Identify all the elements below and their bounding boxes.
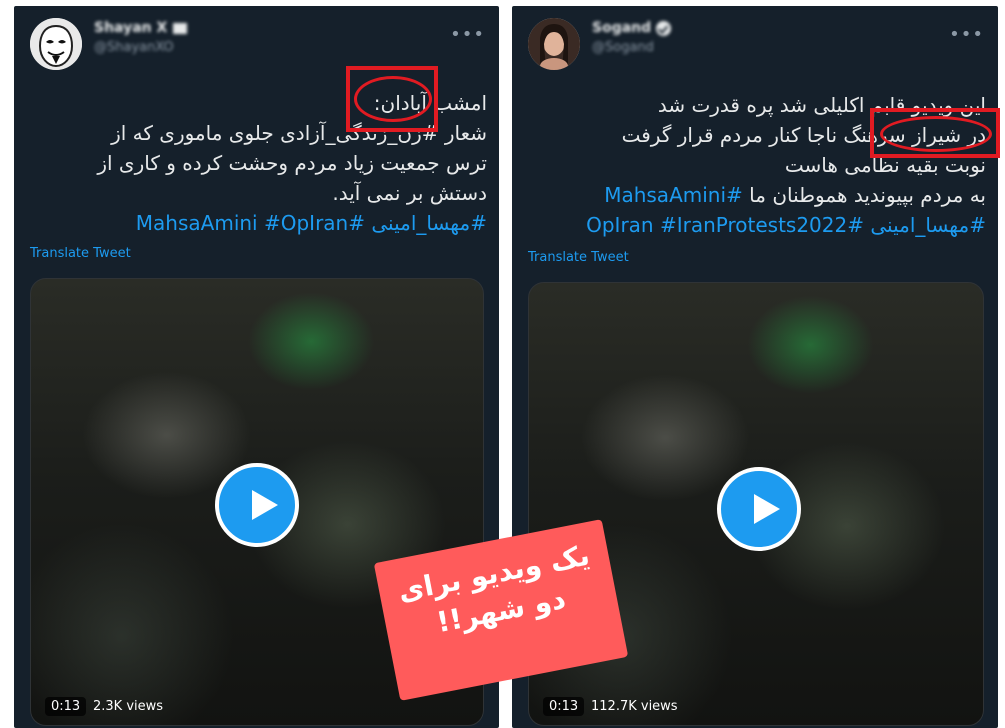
hashtag-link[interactable]: #مهسا_امینی (371, 211, 487, 235)
more-dots-icon[interactable]: ••• (949, 24, 984, 45)
hashtag-line: #مهسا_امینی #MahsaAmini #OpIran (26, 208, 487, 238)
hashtag-link[interactable]: #مهسا_امینی (870, 213, 986, 237)
hashtag-link[interactable]: #OpIran (264, 211, 348, 235)
avatar[interactable] (528, 18, 580, 70)
video-views: 2.3K views (93, 699, 164, 714)
hashtag-link[interactable]: #IranProtests2022 (660, 213, 847, 237)
video-duration: 0:13 (543, 697, 585, 716)
user-handle[interactable]: @ShayanXO (94, 40, 174, 55)
video-duration: 0:13 (45, 697, 87, 716)
highlight-box-abadan (346, 66, 438, 132)
flag-icon (173, 22, 188, 34)
verified-badge-icon (656, 20, 672, 36)
portrait-avatar-icon (528, 18, 580, 70)
play-icon[interactable] (717, 467, 801, 551)
display-name[interactable]: Shayan X (94, 20, 188, 36)
tweet-line: ترس جمعیت زیاد مردم وحشت کرده و کاری از (97, 151, 487, 175)
more-dots-icon[interactable]: ••• (450, 24, 485, 45)
avatar[interactable] (30, 18, 82, 70)
masked-avatar-icon (30, 18, 82, 70)
translate-tweet-link[interactable]: Translate Tweet (528, 250, 629, 265)
hashtag-link[interactable]: #MahsaAmini (604, 183, 743, 207)
translate-tweet-link[interactable]: Translate Tweet (30, 246, 131, 261)
video-views: 112.7K views (591, 699, 678, 714)
hashtag-line: #مهسا_امینی #OpIran #IranProtests2022 (524, 210, 986, 240)
highlight-oval (354, 76, 432, 122)
user-handle[interactable]: @Sogand (592, 40, 654, 55)
tweet-line: دستش بر نمی آید. (332, 181, 487, 205)
display-name[interactable]: Sogand (592, 20, 672, 36)
highlight-oval (880, 116, 992, 152)
play-icon[interactable] (215, 463, 299, 547)
highlight-box-shiraz (870, 108, 1000, 158)
tweet-line: به مردم بپیوندید هموطنان ما #MahsaAmini (604, 183, 986, 207)
